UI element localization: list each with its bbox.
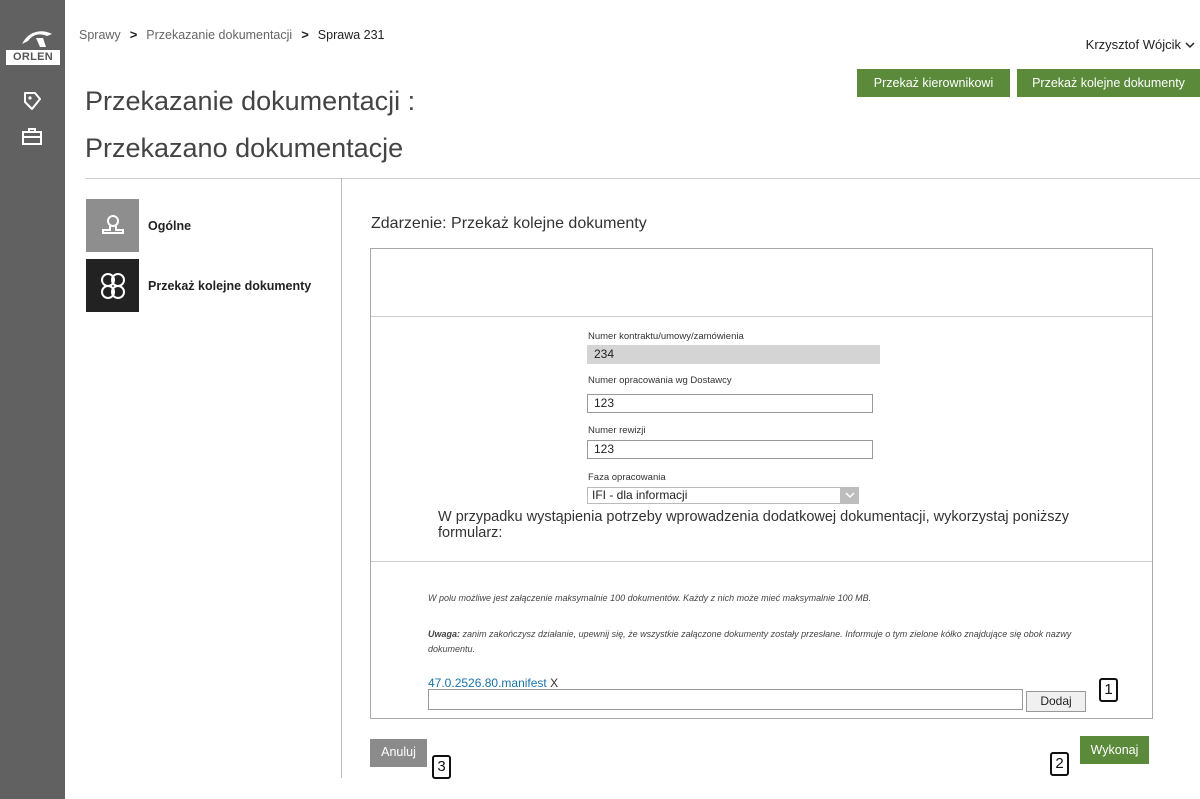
- callout-marker-1: 1: [1099, 678, 1118, 702]
- user-menu[interactable]: Krzysztof Wójcik: [1086, 37, 1195, 52]
- contract-field: 234: [587, 345, 880, 364]
- breadcrumb-separator: >: [129, 27, 138, 42]
- breadcrumb: Sprawy > Przekazanie dokumentacji > Spra…: [79, 27, 385, 42]
- breadcrumb-item-sprawy[interactable]: Sprawy: [79, 28, 121, 42]
- chevron-down-icon: [1185, 41, 1195, 48]
- briefcase-icon[interactable]: [20, 125, 44, 147]
- divider: [85, 178, 1200, 179]
- additional-docs-notice: W przypadku wystąpienia potrzeby wprowad…: [438, 509, 1070, 541]
- add-file-button[interactable]: Dodaj: [1026, 691, 1086, 712]
- breadcrumb-item-current: Sprawa 231: [317, 27, 385, 42]
- forward-more-docs-button[interactable]: Przekaż kolejne dokumenty: [1017, 69, 1200, 97]
- submit-button[interactable]: Wykonaj: [1080, 736, 1149, 764]
- panel-divider: [371, 561, 1152, 562]
- user-name: Krzysztof Wójcik: [1085, 37, 1181, 52]
- supplier-number-label: Numer opracowania wg Dostawcy: [588, 375, 732, 386]
- revision-field[interactable]: 123: [587, 440, 873, 459]
- phase-select-value: IFI - dla informacji: [592, 488, 688, 502]
- event-form-panel: Numer kontraktu/umowy/zamówienia 234 Num…: [370, 248, 1153, 719]
- contract-label: Numer kontraktu/umowy/zamówienia: [588, 331, 744, 342]
- chevron-down-icon: [840, 487, 859, 504]
- logo-text: ORLEN: [6, 50, 60, 65]
- warning-text: zanim zakończysz działanie, upewnij się,…: [428, 629, 1072, 654]
- attachment-limit-info: W polu możliwe jest załączenie maksymaln…: [428, 593, 872, 603]
- hexagon-pattern-icon: [86, 259, 139, 312]
- phase-label: Faza opracowania: [588, 472, 666, 483]
- stamp-icon: [86, 199, 139, 252]
- nav-item-ogolne[interactable]: Ogólne: [86, 199, 191, 252]
- attached-file: 47.0.2526.80.manifest X: [428, 676, 558, 690]
- page-title: Przekazanie dokumentacji :: [85, 86, 416, 116]
- breadcrumb-item-przekazanie[interactable]: Przekazanie dokumentacji: [146, 28, 292, 42]
- event-title: Zdarzenie: Przekaż kolejne dokumenty: [371, 215, 647, 232]
- attached-file-link[interactable]: 47.0.2526.80.manifest: [428, 676, 547, 690]
- nav-item-label: Ogólne: [148, 218, 192, 233]
- file-input[interactable]: [428, 689, 1023, 710]
- warning-label: Uwaga:: [428, 629, 461, 639]
- supplier-number-field[interactable]: 123: [587, 394, 873, 413]
- cancel-button[interactable]: Anuluj: [370, 739, 427, 767]
- column-divider: [341, 178, 342, 778]
- breadcrumb-separator: >: [301, 27, 309, 42]
- attachment-warning: Uwaga: zanim zakończysz działanie, upewn…: [428, 627, 1098, 657]
- callout-marker-3: 3: [432, 755, 451, 779]
- nav-item-label: Przekaż kolejne dokumenty: [148, 278, 312, 293]
- revision-label: Numer rewizji: [588, 425, 646, 436]
- orlen-logo[interactable]: ORLEN: [6, 24, 60, 66]
- app-sidebar: ORLEN: [0, 0, 65, 799]
- callout-marker-2: 2: [1050, 752, 1069, 776]
- page-subtitle: Przekazano dokumentacje: [85, 133, 404, 163]
- panel-divider: [371, 316, 1152, 317]
- document-tag-icon[interactable]: [20, 90, 44, 112]
- forward-to-manager-button[interactable]: Przekaż kierownikowi: [857, 69, 1010, 97]
- nav-item-przekaz[interactable]: Przekaż kolejne dokumenty: [86, 259, 311, 312]
- eagle-icon: [22, 31, 52, 47]
- remove-file-button[interactable]: X: [550, 676, 558, 690]
- phase-select[interactable]: IFI - dla informacji: [587, 487, 859, 504]
